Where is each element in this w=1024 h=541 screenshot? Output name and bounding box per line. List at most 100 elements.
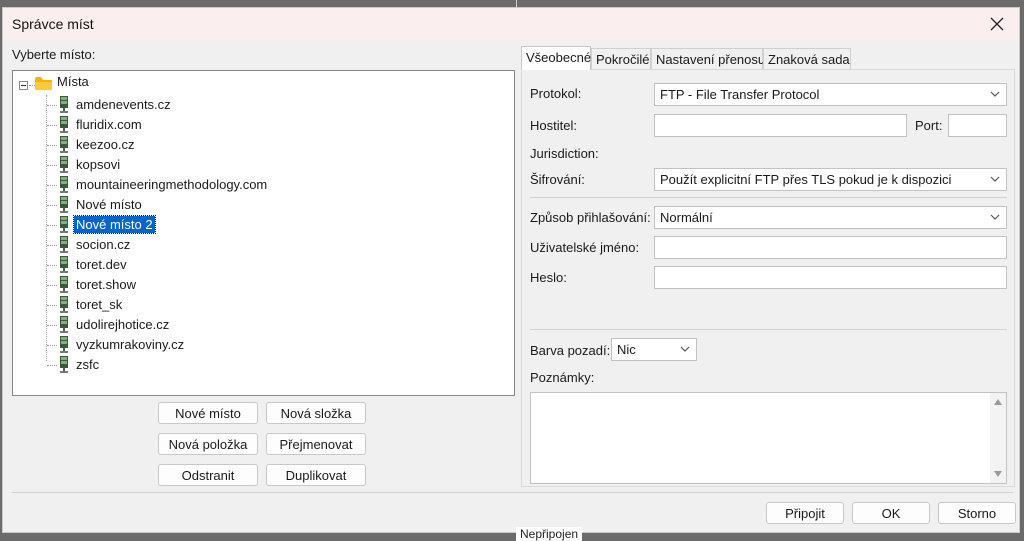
site-tree[interactable]: Místa amdenevents.cz fluridix.com keezoo.c…: [12, 70, 515, 396]
tree-root-label: Místa: [57, 74, 89, 89]
site-item[interactable]: zsfc: [47, 355, 447, 375]
select-site-label: Vyberte místo:: [12, 47, 96, 62]
server-icon: [60, 316, 68, 333]
close-button[interactable]: [975, 8, 1019, 40]
site-item-label: kopsovi: [76, 157, 121, 172]
protocol-select[interactable]: FTP - File Transfer Protocol: [654, 83, 1007, 106]
divider: [530, 329, 1007, 330]
server-icon: [60, 136, 68, 153]
new-folder-button[interactable]: Nová složka: [266, 402, 366, 424]
notes-textarea[interactable]: [530, 392, 1007, 484]
port-label: Port:: [915, 118, 943, 133]
host-label: Hostitel:: [530, 118, 577, 133]
site-item-label: zsfc: [76, 357, 100, 372]
server-icon: [60, 156, 68, 173]
site-item[interactable]: keezoo.cz: [47, 135, 447, 155]
duplicate-button[interactable]: Duplikovat: [266, 464, 366, 486]
tab-charset[interactable]: Znaková sada: [763, 48, 851, 70]
scroll-down-icon[interactable]: [994, 471, 1002, 477]
server-icon: [60, 216, 68, 233]
site-item-label: toret_sk: [76, 297, 123, 312]
new-item-button[interactable]: Nová položka: [158, 433, 258, 455]
site-item-label: keezoo.cz: [76, 137, 135, 152]
site-item-label: Nové místo 2: [73, 215, 156, 234]
chevron-down-icon: [990, 214, 1000, 220]
host-input[interactable]: [654, 114, 907, 137]
server-icon: [60, 96, 68, 113]
footer-divider: [12, 492, 1013, 493]
notes-scrollbar[interactable]: [990, 393, 1006, 483]
close-icon: [990, 17, 1004, 31]
folder-icon: [35, 77, 52, 90]
site-item[interactable]: socion.cz: [47, 235, 447, 255]
background-status-text: Nepřipojen: [516, 527, 583, 541]
site-item[interactable]: Nové místo 2: [47, 215, 447, 235]
rename-button[interactable]: Přejmenovat: [266, 433, 366, 455]
bgcolor-select[interactable]: Nic: [611, 338, 697, 361]
collapse-icon[interactable]: [19, 80, 28, 90]
server-icon: [60, 256, 68, 273]
site-item[interactable]: vyzkumrakoviny.cz: [47, 335, 447, 355]
chevron-down-icon: [680, 346, 690, 352]
site-item-label: socion.cz: [76, 237, 131, 252]
server-icon: [60, 236, 68, 253]
encryption-select[interactable]: Použít explicitní FTP přes TLS pokud je …: [654, 168, 1007, 191]
jurisdiction-label: Jurisdiction:: [530, 146, 599, 161]
server-icon: [60, 116, 68, 133]
server-icon: [60, 176, 68, 193]
server-icon: [60, 336, 68, 353]
site-item-label: amdenevents.cz: [76, 97, 171, 112]
notes-label: Poznámky:: [530, 370, 595, 385]
login-type-label: Způsob přihlašování:: [530, 210, 651, 225]
site-item[interactable]: toret_sk: [47, 295, 447, 315]
connect-button[interactable]: Připojit: [766, 502, 844, 524]
site-item-label: vyzkumrakoviny.cz: [76, 337, 185, 352]
server-icon: [60, 196, 68, 213]
tree-root[interactable]: [19, 75, 28, 95]
login-type-select[interactable]: Normální: [654, 206, 1007, 229]
site-item[interactable]: Nové místo: [47, 195, 447, 215]
encryption-label: Šifrování:: [530, 172, 585, 187]
site-item[interactable]: toret.dev: [47, 255, 447, 275]
site-item[interactable]: amdenevents.cz: [47, 95, 447, 115]
protocol-label: Protokol:: [530, 86, 582, 101]
delete-button[interactable]: Odstranit: [158, 464, 258, 486]
divider: [530, 197, 1007, 198]
scroll-up-icon[interactable]: [994, 399, 1002, 405]
server-icon: [60, 356, 68, 373]
username-input[interactable]: [654, 236, 1007, 259]
server-icon: [60, 296, 68, 313]
site-item[interactable]: fluridix.com: [47, 115, 447, 135]
port-input[interactable]: [948, 114, 1007, 137]
general-panel: Protokol: FTP - File Transfer Protocol H…: [521, 69, 1015, 487]
site-item[interactable]: kopsovi: [47, 155, 447, 175]
username-label: Uživatelské jméno:: [530, 240, 640, 255]
site-item-label: Nové místo: [76, 197, 142, 212]
window-title: Správce míst: [12, 16, 94, 32]
site-item-label: fluridix.com: [76, 117, 142, 132]
chevron-down-icon: [990, 91, 1000, 97]
site-item[interactable]: udolirejhotice.cz: [47, 315, 447, 335]
tab-transfer-settings[interactable]: Nastavení přenosu: [651, 48, 765, 70]
bgcolor-value: Nic: [617, 342, 636, 357]
password-input[interactable]: [654, 266, 1007, 289]
site-item-label: udolirejhotice.cz: [76, 317, 170, 332]
bgcolor-label: Barva pozadí:: [530, 343, 611, 358]
ok-button[interactable]: OK: [852, 502, 930, 524]
login-type-value: Normální: [660, 210, 713, 225]
protocol-value: FTP - File Transfer Protocol: [660, 87, 820, 102]
tab-advanced[interactable]: Pokročilé: [591, 48, 651, 70]
tab-general[interactable]: Všeobecné: [521, 46, 591, 70]
password-label: Heslo:: [530, 270, 567, 285]
site-item-label: toret.show: [76, 277, 136, 292]
server-icon: [60, 276, 68, 293]
site-item[interactable]: toret.show: [47, 275, 447, 295]
title-bar: Správce míst: [3, 8, 1019, 40]
site-item-label: mountaineeringmethodology.com: [76, 177, 268, 192]
chevron-down-icon: [990, 176, 1000, 182]
new-site-button[interactable]: Nové místo: [158, 402, 258, 424]
encryption-value: Použít explicitní FTP přes TLS pokud je …: [660, 172, 952, 187]
site-item[interactable]: mountaineeringmethodology.com: [47, 175, 447, 195]
cancel-button[interactable]: Storno: [938, 502, 1016, 524]
site-manager-window: Správce míst Vyberte místo: Místa amdene…: [2, 7, 1020, 533]
